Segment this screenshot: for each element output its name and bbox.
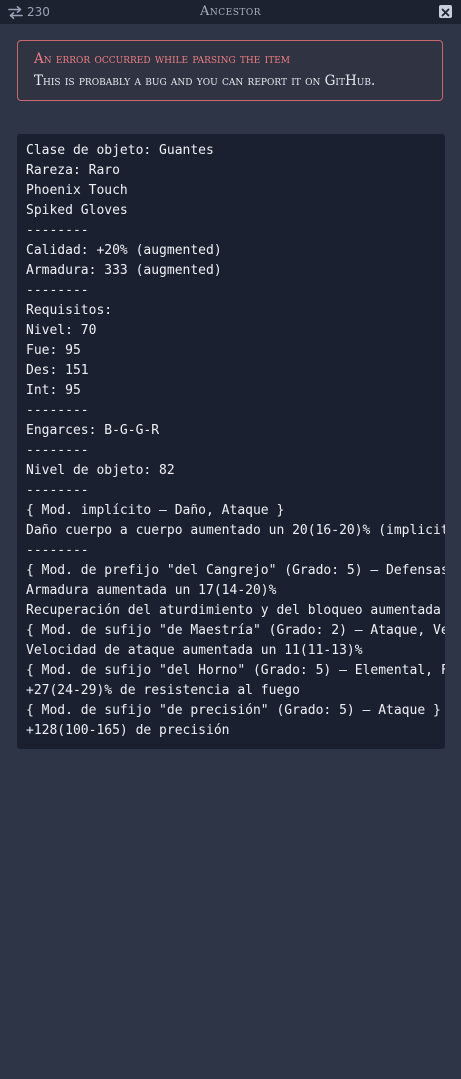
item-text-line: Engarces: B-G-G-R (26, 423, 160, 438)
item-text-line: Spiked Gloves (26, 203, 128, 218)
item-text-line: Daño cuerpo a cuerpo aumentado un 20(16-… (26, 523, 445, 538)
item-text-line: Clase de objeto: Guantes (26, 143, 214, 158)
item-text-line: { Mod. implícito — Daño, Ataque } (26, 503, 285, 518)
item-text-line: Velocidad de ataque aumentada un 11(11-1… (26, 643, 363, 658)
item-text-panel: Clase de objeto: Guantes Rareza: Raro Phoe… (17, 134, 445, 749)
close-button[interactable] (439, 5, 452, 18)
error-title: An error occurred while parsing the item (34, 51, 290, 67)
item-text-line: Nivel de objeto: 82 (26, 463, 175, 478)
error-alert: An error occurred while parsing the item… (17, 40, 443, 101)
title-bar: 230 Ancestor (0, 0, 461, 24)
item-text-line: -------- (26, 283, 89, 298)
item-text-line: { Mod. de sufijo "de precisión" (Grado: … (26, 703, 441, 718)
item-text-line: Rareza: Raro (26, 163, 120, 178)
item-text-line: { Mod. de sufijo "del Horno" (Grado: 5) … (26, 663, 445, 678)
item-text-line: Recuperación del aturdimiento y del bloq… (26, 603, 441, 618)
item-text-line: -------- (26, 543, 89, 558)
item-text-line: +128(100-165) de precisión (26, 723, 230, 738)
item-text-line: -------- (26, 223, 89, 238)
close-icon (441, 2, 450, 21)
item-text-line: Des: 151 (26, 363, 89, 378)
item-text-line: Requisitos: (26, 303, 113, 318)
item-text-line: Int: 95 (26, 383, 81, 398)
error-message: This is probably a bug and you can repor… (34, 73, 376, 89)
item-text-line: Calidad: +20% (augmented) (26, 243, 222, 258)
item-text-line: +27(24-29)% de resistencia al fuego (26, 683, 300, 698)
item-text-line: { Mod. de prefijo "del Cangrejo" (Grado:… (26, 563, 445, 578)
item-text-line: Phoenix Touch (26, 183, 128, 198)
item-text-line: Nivel: 70 (26, 323, 97, 338)
item-text-line: { Mod. de sufijo "de Maestría" (Grado: 2… (26, 623, 445, 638)
item-text-line: Fue: 95 (26, 343, 81, 358)
item-text-line: -------- (26, 403, 89, 418)
item-text-line: Armadura: 333 (augmented) (26, 263, 222, 278)
item-text-line: Armadura aumentada un 17(14-20)% (26, 583, 277, 598)
item-text-line: -------- (26, 483, 89, 498)
window-title: Ancestor (199, 4, 262, 19)
item-text-line: -------- (26, 443, 89, 458)
